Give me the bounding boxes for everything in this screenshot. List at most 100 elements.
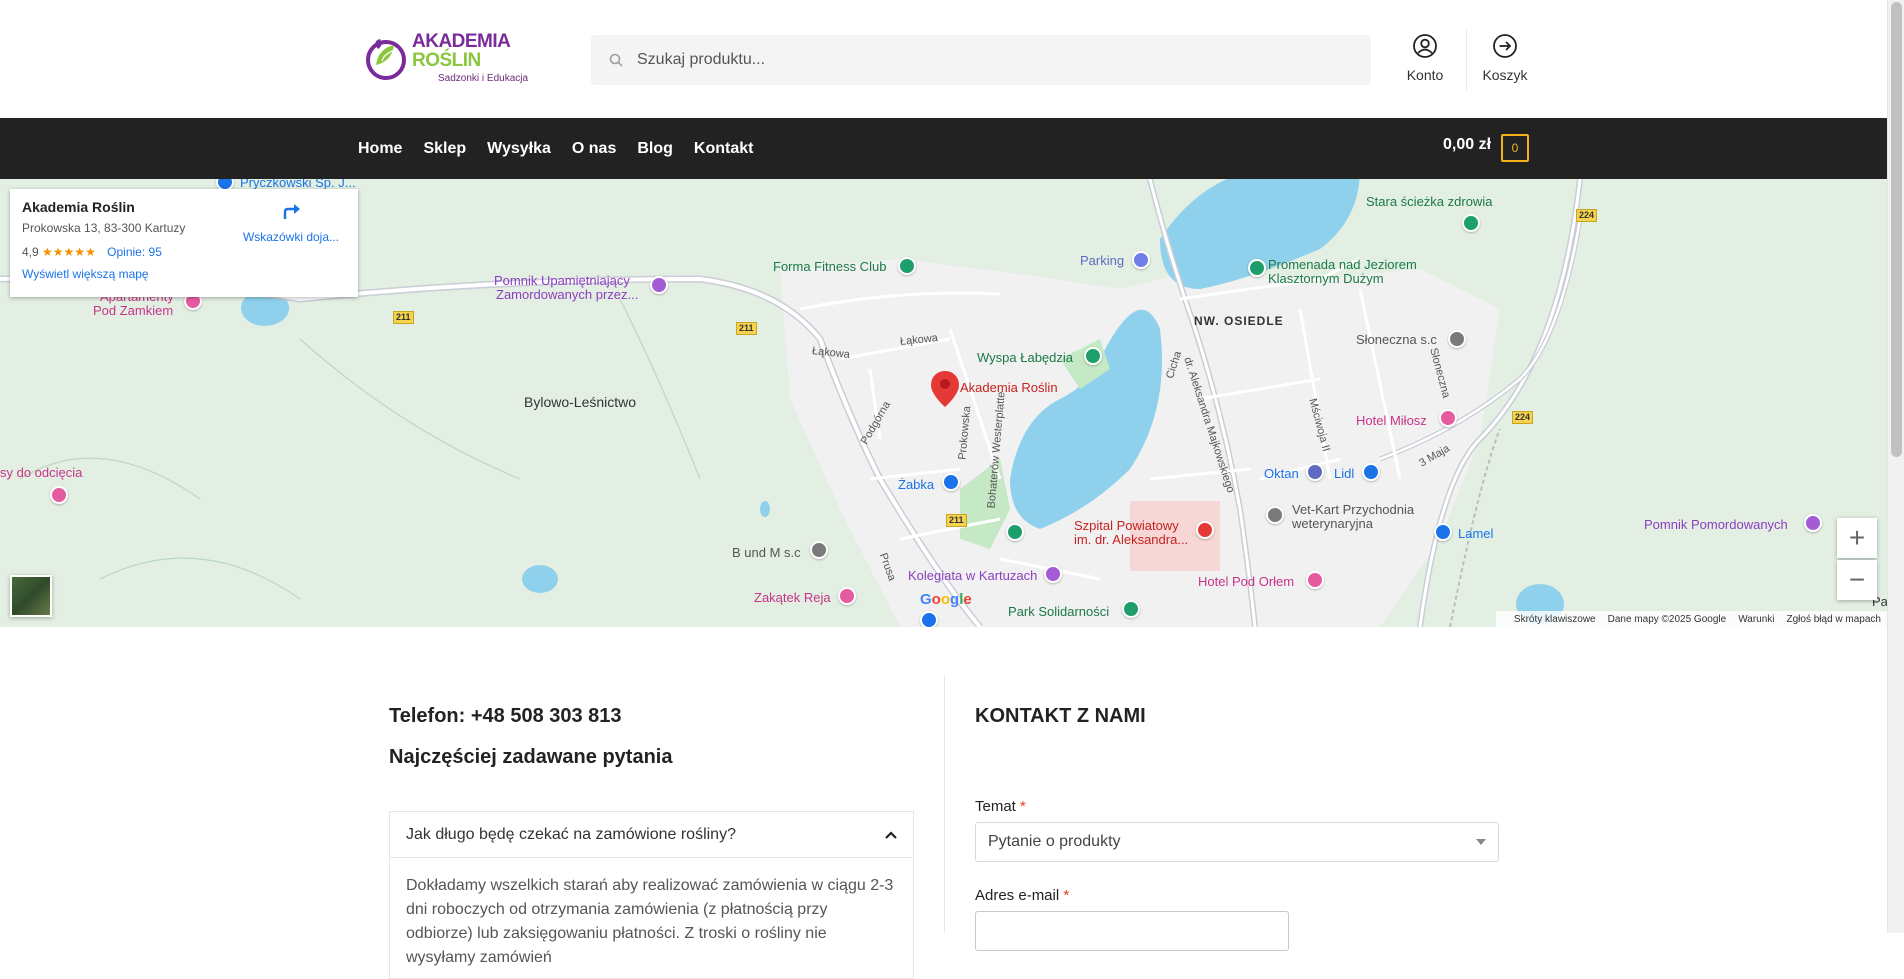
google-map[interactable]: 211 211 211 224 224 Pryczkowski Sp. J...… xyxy=(0,179,1887,627)
faq-question[interactable]: Jak długo będę czekać na zamówione rośli… xyxy=(390,812,913,858)
page-scrollbar[interactable] xyxy=(1887,0,1904,933)
map-label[interactable]: Promenada nad Jeziorem xyxy=(1268,257,1417,272)
site-header: AKADEMIA ROŚLIN Sadzonki i Edukacja Kont… xyxy=(0,0,1887,118)
shop-pin-icon[interactable] xyxy=(920,611,938,627)
park-pin-icon[interactable] xyxy=(1006,523,1024,541)
logo-tagline: Sadzonki i Edukacja xyxy=(438,73,529,84)
nav-item-o-nas[interactable]: O nas xyxy=(572,140,616,158)
terms-link[interactable]: Warunki xyxy=(1738,614,1774,625)
map-business-label[interactable]: Akademia Roślin xyxy=(960,380,1058,395)
map-label[interactable]: Lamel xyxy=(1458,526,1493,541)
shop-pin-icon[interactable] xyxy=(1434,523,1452,541)
email-field[interactable] xyxy=(975,911,1289,951)
subject-label: Temat * xyxy=(975,798,1026,815)
park-pin-icon[interactable] xyxy=(1248,259,1266,277)
route-shield: 224 xyxy=(1512,411,1534,424)
nav-item-sklep[interactable]: Sklep xyxy=(423,140,466,158)
subject-select[interactable]: Pytanie o produkty xyxy=(975,822,1499,862)
fitness-pin-icon[interactable] xyxy=(898,257,916,275)
map-label[interactable]: Pod Zamkiem xyxy=(93,303,173,318)
map-label[interactable]: Zamordowanych przez... xyxy=(496,287,638,302)
main-navigation: Home Sklep Wysyłka O nas Blog Kontakt 0,00 zł xyxy=(0,118,1887,179)
map-label[interactable]: Vet-Kart Przychodnia xyxy=(1292,502,1414,517)
larger-map-link[interactable]: Wyświetl większą mapę xyxy=(22,267,346,281)
restaurant-pin-icon[interactable] xyxy=(838,587,856,605)
map-label[interactable]: Pomnik Pomordowanych xyxy=(1644,517,1788,532)
chevron-down-icon xyxy=(1476,839,1486,845)
map-label[interactable]: Kolegiata w Kartuzach xyxy=(908,568,1037,583)
map-label[interactable]: B und M s.c xyxy=(732,545,801,560)
map-label[interactable]: Hotel Pod Orłem xyxy=(1198,574,1294,589)
parking-pin-icon[interactable] xyxy=(1132,251,1150,269)
hotel-pin-icon[interactable] xyxy=(1439,409,1457,427)
zoom-out-button[interactable]: − xyxy=(1837,560,1877,600)
search-bar[interactable] xyxy=(591,35,1371,85)
report-error-link[interactable]: Zgłoś błąd w mapach xyxy=(1787,614,1882,625)
faq-accordion: Jak długo będę czekać na zamówione rośli… xyxy=(389,811,914,979)
nav-item-wysyłka[interactable]: Wysyłka xyxy=(487,140,551,158)
park-pin-icon[interactable] xyxy=(1084,347,1102,365)
park-pin-icon[interactable] xyxy=(1122,600,1140,618)
site-logo[interactable]: AKADEMIA ROŚLIN Sadzonki i Edukacja xyxy=(364,32,540,84)
account-button[interactable]: Konto xyxy=(1390,33,1460,87)
place-rating: 4,9 ★★★★★ Opinie: 95 xyxy=(22,245,346,259)
map-info-card: Akademia Roślin Prokowska 13, 83-300 Kar… xyxy=(10,189,358,297)
cart-total[interactable]: 0,00 zł xyxy=(1443,136,1491,154)
nav-item-kontakt[interactable]: Kontakt xyxy=(694,140,754,158)
rating-value: 4,9 xyxy=(22,245,39,259)
nav-item-home[interactable]: Home xyxy=(358,140,402,158)
map-label[interactable]: weterynaryjna xyxy=(1292,516,1373,531)
map-label[interactable]: Forma Fitness Club xyxy=(773,259,886,274)
location-marker-icon[interactable] xyxy=(931,371,959,412)
search-input[interactable] xyxy=(637,51,1337,69)
map-label: NW. OSIEDLE xyxy=(1194,314,1284,328)
map-label[interactable]: Szpital Powiatowy xyxy=(1074,518,1179,533)
google-logo: Google xyxy=(920,591,972,608)
map-label[interactable]: Stara ścieżka zdrowia xyxy=(1366,194,1492,209)
monument-pin-icon[interactable] xyxy=(650,276,668,294)
keyboard-shortcuts-link[interactable]: Skróty klawiszowe xyxy=(1514,614,1596,625)
map-label[interactable]: sy do odcięcia xyxy=(0,465,82,480)
search-icon xyxy=(609,53,623,67)
map-label[interactable]: Zakątek Reja xyxy=(754,590,831,605)
hospital-pin-icon[interactable] xyxy=(1196,521,1214,539)
map-label[interactable]: Klasztornym Dużym xyxy=(1268,271,1384,286)
map-place-label: Bylowo-Leśnictwo xyxy=(524,394,637,410)
directions-button[interactable]: Wskazówki doja... xyxy=(236,201,346,244)
route-shield: 211 xyxy=(946,514,967,527)
zoom-in-button[interactable]: + xyxy=(1837,518,1877,558)
shop-pin-icon[interactable] xyxy=(942,473,960,491)
monument-pin-icon[interactable] xyxy=(1804,514,1822,532)
map-label[interactable]: Wyspa Łabędzia xyxy=(977,350,1073,365)
vet-pin-icon[interactable] xyxy=(1266,506,1284,524)
phone-heading: Telefon: +48 508 303 813 xyxy=(389,705,622,727)
hotel-pin-icon[interactable] xyxy=(1306,571,1324,589)
reviews-link[interactable]: Opinie: 95 xyxy=(107,245,162,259)
map-label[interactable]: Parking xyxy=(1080,253,1124,268)
satellite-toggle-button[interactable] xyxy=(10,575,52,617)
fuel-pin-icon[interactable] xyxy=(1306,463,1324,481)
shop-pin-icon[interactable] xyxy=(1448,330,1466,348)
map-label[interactable]: Oktan xyxy=(1264,466,1299,481)
shop-pin-icon[interactable] xyxy=(810,541,828,559)
shop-pin-icon[interactable] xyxy=(1362,463,1380,481)
nav-item-blog[interactable]: Blog xyxy=(637,140,673,158)
church-pin-icon[interactable] xyxy=(1044,565,1062,583)
map-label[interactable]: Pomnik Upamiętniający xyxy=(494,273,630,288)
map-label[interactable]: Słoneczna s.c xyxy=(1356,332,1437,347)
user-icon xyxy=(1412,33,1438,59)
scrollbar-thumb[interactable] xyxy=(1891,2,1902,457)
hotel-pin-icon[interactable] xyxy=(50,486,68,504)
subject-select-value: Pytanie o produkty xyxy=(988,833,1121,850)
account-label: Konto xyxy=(1406,67,1444,83)
map-label[interactable]: Lidl xyxy=(1334,466,1354,481)
park-pin-icon[interactable] xyxy=(1462,214,1480,232)
cart-button[interactable]: Koszyk xyxy=(1470,33,1540,87)
map-label[interactable]: Hotel Miłosz xyxy=(1356,413,1427,428)
map-label[interactable]: im. dr. Aleksandra... xyxy=(1074,532,1188,547)
faq-answer: Dokładamy wszelkich starań aby realizowa… xyxy=(406,877,894,966)
map-label[interactable]: Park Solidarności xyxy=(1008,604,1109,619)
map-label[interactable]: Żabka xyxy=(898,477,934,492)
cart-count-badge[interactable]: 0 xyxy=(1501,134,1529,162)
rating-stars-icon: ★★★★★ xyxy=(42,245,96,259)
